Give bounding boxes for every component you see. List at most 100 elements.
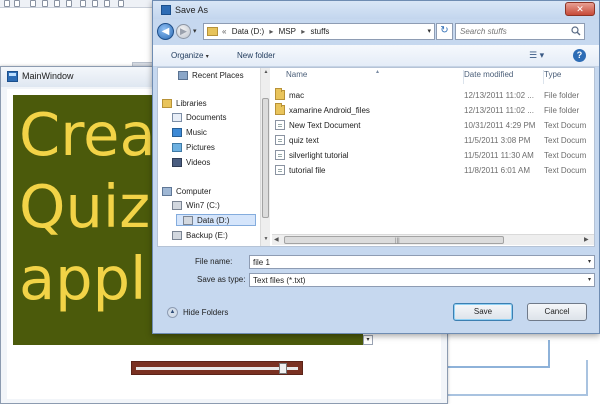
file-name: xamarine Android_files (289, 106, 370, 115)
column-header-label: Date modified (464, 70, 514, 79)
documents-icon (172, 113, 182, 122)
computer-icon (162, 187, 172, 196)
file-name-field[interactable]: file 1 ▾ (249, 255, 595, 269)
nav-item-label: Recent Places (192, 71, 244, 80)
dialog-body: Recent Places Libraries Documents Music … (157, 67, 595, 247)
toolbar-icon[interactable] (4, 0, 10, 7)
back-arrow-icon[interactable]: ◀ (157, 23, 174, 40)
search-icon[interactable] (571, 26, 581, 36)
background-frame-line (548, 340, 550, 368)
column-header-type[interactable]: Type (544, 70, 594, 84)
file-row[interactable]: quiz text 11/5/2011 3:08 PM Text Docum (272, 133, 594, 148)
scrollbar-grip: ||| (395, 238, 400, 244)
save-type-select[interactable]: Text files (*.txt) ▾ (249, 273, 595, 287)
address-row: ◀ ▶ ▾ « Data (D:) ▸ MSP ▸ stuffs ▾ ↻ (153, 21, 599, 43)
toolbar-icon[interactable] (92, 0, 98, 7)
column-header-label: Name (286, 70, 308, 79)
scrollbar-thumb[interactable]: ||| (284, 236, 504, 244)
nav-item-label: Videos (186, 158, 211, 167)
cancel-button[interactable]: Cancel (527, 303, 587, 321)
save-type-label: Save as type: (197, 275, 246, 284)
file-row[interactable]: tutorial file 11/8/2011 6:01 AM Text Doc… (272, 163, 594, 178)
toolbar-icon[interactable] (118, 0, 124, 7)
breadcrumb-item[interactable]: MSP (279, 27, 296, 36)
breadcrumb-separator[interactable]: ▸ (301, 27, 305, 36)
toolbar-icon[interactable] (80, 0, 86, 7)
music-icon (172, 128, 182, 137)
nav-item-label: Win7 (C:) (186, 201, 220, 210)
chevron-down-icon: ▾ (205, 54, 209, 60)
navigation-scrollbar[interactable]: ▲ ▼ (260, 68, 270, 246)
file-name: mac (289, 91, 305, 100)
views-icon[interactable]: ☰ ▾ (529, 50, 544, 61)
nav-item-label: Computer (176, 187, 212, 196)
toolbar-icon[interactable] (66, 0, 72, 7)
dialog-title: Save As (175, 5, 209, 15)
chevron-down-icon[interactable]: ▾ (588, 276, 591, 283)
new-folder-button[interactable]: New folder (237, 51, 275, 60)
file-name: New Text Document (289, 121, 361, 130)
file-row[interactable]: xamarine Android_files 12/13/2011 11:02 … (272, 103, 594, 118)
file-name: silverlight tutorial (289, 151, 349, 160)
chevron-down-icon[interactable]: ▾ (363, 335, 373, 345)
help-icon[interactable]: ? (573, 49, 586, 62)
close-button[interactable]: ✕ (565, 2, 595, 16)
toolbar-icon[interactable] (104, 0, 110, 7)
scroll-left-icon[interactable]: ◀ (274, 236, 279, 243)
toolbar-icon[interactable] (42, 0, 48, 7)
file-date: 11/8/2011 6:01 AM (464, 166, 530, 175)
toolbar-icon[interactable] (30, 0, 36, 7)
breadcrumb-item[interactable]: stuffs (310, 27, 329, 36)
file-date: 11/5/2011 3:08 PM (464, 136, 531, 145)
toolbar-icon[interactable] (14, 0, 20, 7)
file-type: Text Docum (544, 121, 587, 130)
chevron-down-icon[interactable]: ▾ (588, 258, 591, 265)
nav-item-data-drive[interactable]: Data (D:) (176, 214, 256, 226)
breadcrumb-separator[interactable]: ▸ (269, 27, 273, 36)
file-row[interactable]: New Text Document 10/31/2011 4:29 PM Tex… (272, 118, 594, 133)
breadcrumb-item[interactable]: Data (D:) (232, 27, 264, 36)
nav-item-label: Music (186, 128, 207, 137)
column-header-date[interactable]: Date modified (464, 70, 544, 84)
column-header-label: Type (544, 70, 562, 79)
organize-button[interactable]: Organize ▾ (171, 51, 209, 60)
horizontal-scrollbar[interactable]: ◀ ||| ▶ (272, 234, 594, 245)
background-frame-line (586, 360, 588, 396)
background-toolbar (0, 0, 160, 8)
file-row[interactable]: mac 12/13/2011 11:02 ... File folder (272, 88, 594, 103)
scrollbar-thumb[interactable] (262, 98, 269, 218)
scroll-down-icon[interactable]: ▼ (262, 236, 270, 244)
search-box (455, 23, 585, 40)
breadcrumb-overflow[interactable]: « (222, 27, 226, 36)
slider[interactable] (131, 361, 303, 375)
slider-thumb[interactable] (279, 363, 287, 374)
file-name: tutorial file (289, 166, 326, 175)
nav-item-label: Documents (186, 113, 227, 122)
file-date: 11/5/2011 11:30 AM (464, 151, 534, 160)
search-input[interactable] (458, 25, 568, 38)
file-type: File folder (544, 106, 580, 115)
save-button[interactable]: Save (453, 303, 513, 321)
videos-icon (172, 158, 182, 167)
nav-item-label: Libraries (176, 99, 207, 108)
refresh-button[interactable]: ↻ (436, 23, 453, 40)
dialog-titlebar[interactable]: Save As ✕ (153, 1, 599, 19)
folder-icon (275, 88, 285, 100)
text-document-icon (275, 135, 285, 145)
scroll-right-icon[interactable]: ▶ (584, 236, 589, 243)
main-window-title: MainWindow (22, 71, 74, 81)
chevron-down-icon[interactable]: ▾ (427, 27, 431, 35)
scroll-up-icon[interactable]: ▲ (262, 69, 270, 77)
forward-arrow-icon[interactable]: ▶ (176, 24, 191, 39)
column-header-name[interactable]: Name ▴ (286, 69, 464, 84)
nav-item-label: Pictures (186, 143, 215, 152)
file-row[interactable]: silverlight tutorial 11/5/2011 11:30 AM … (272, 148, 594, 163)
libraries-icon (162, 99, 172, 108)
file-type: File folder (544, 91, 580, 100)
chevron-down-icon[interactable]: ▾ (193, 27, 200, 35)
address-bar[interactable]: « Data (D:) ▸ MSP ▸ stuffs ▾ (203, 23, 435, 40)
save-as-dialog: Save As ✕ ◀ ▶ ▾ « Data (D:) ▸ MSP ▸ stuf… (152, 0, 600, 334)
folder-icon (207, 27, 218, 36)
organize-label: Organize (171, 51, 204, 60)
toolbar-icon[interactable] (54, 0, 60, 7)
